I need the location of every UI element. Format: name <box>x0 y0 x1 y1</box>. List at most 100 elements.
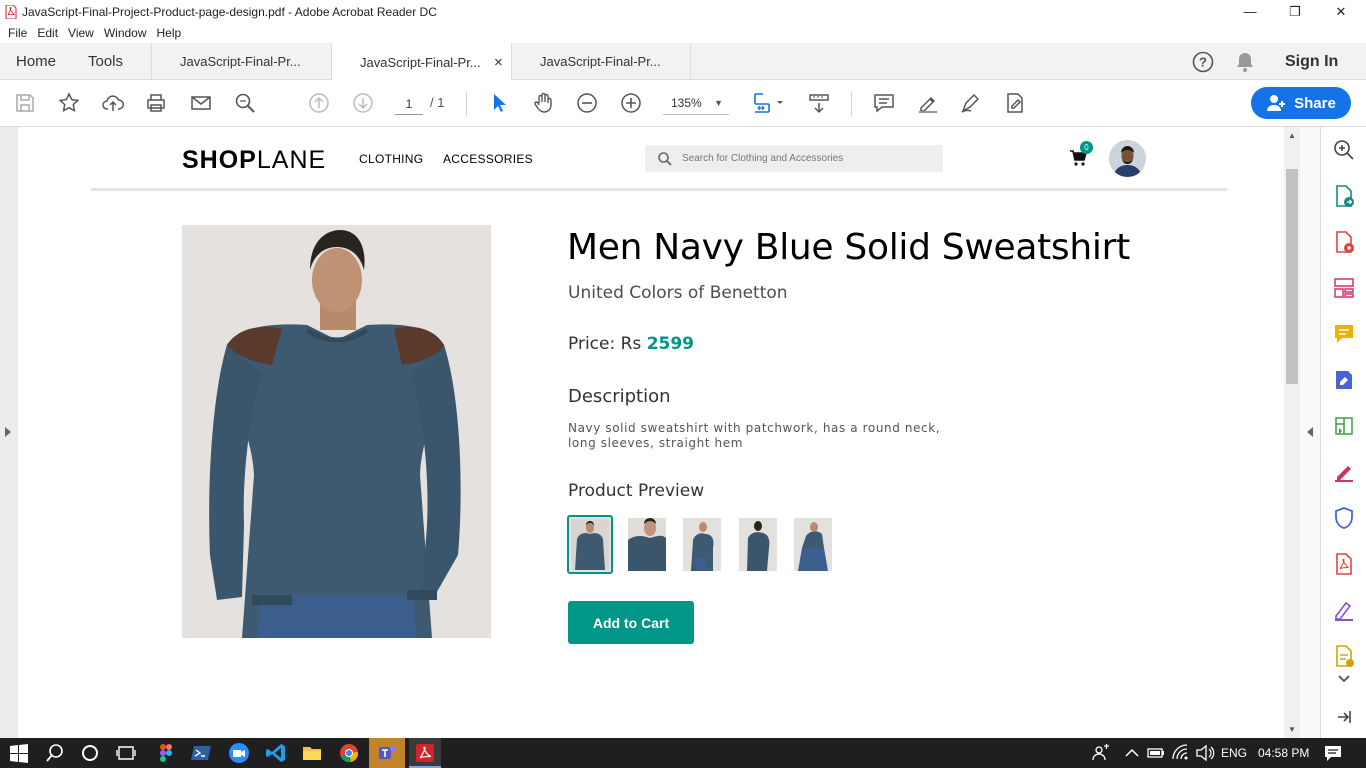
vertical-scrollbar[interactable]: ▲ ▼ <box>1284 127 1300 738</box>
email-icon[interactable] <box>189 91 213 115</box>
fit-page-icon[interactable] <box>752 91 786 115</box>
tab-bar: Home Tools JavaScript-Final-Pr... JavaSc… <box>0 43 1366 81</box>
zoom-search-icon[interactable] <box>1332 138 1356 162</box>
file-explorer-icon[interactable] <box>301 742 323 764</box>
tab-home[interactable]: Home <box>16 43 56 80</box>
chevron-down-icon: ▼ <box>714 98 723 108</box>
zoom-app-icon[interactable] <box>228 742 250 764</box>
highlight-pen-icon[interactable] <box>916 91 940 115</box>
notification-center-icon[interactable] <box>1323 742 1343 764</box>
search-text-icon[interactable] <box>233 91 257 115</box>
tab-document-3[interactable]: JavaScript-Final-Pr... <box>511 43 691 80</box>
fill-and-sign-icon[interactable] <box>1332 460 1356 484</box>
toolbar-divider <box>851 92 852 116</box>
vscode-icon[interactable] <box>265 742 287 764</box>
language-indicator[interactable]: ENG <box>1221 746 1247 760</box>
volume-icon[interactable] <box>1195 742 1215 764</box>
help-icon[interactable]: ? <box>1192 43 1214 80</box>
edit-pdf-icon[interactable] <box>1332 368 1356 392</box>
request-signature-icon[interactable] <box>1332 598 1356 622</box>
menu-window[interactable]: Window <box>104 26 147 40</box>
save-icon[interactable] <box>13 91 37 115</box>
preview-thumbnail-3[interactable] <box>683 518 721 571</box>
menu-view[interactable]: View <box>68 26 94 40</box>
clock[interactable]: 04:58 PM <box>1258 746 1309 760</box>
preview-thumbnail-5[interactable] <box>794 518 832 571</box>
share-button[interactable]: Share <box>1251 87 1351 119</box>
add-user-icon <box>1267 95 1286 111</box>
search-icon <box>658 151 672 166</box>
compress-pdf-icon[interactable] <box>1332 414 1356 438</box>
figma-icon[interactable] <box>155 742 177 764</box>
windows-start-icon[interactable] <box>8 742 30 764</box>
fill-sign-icon[interactable] <box>1003 91 1027 115</box>
comment-tool-icon[interactable] <box>1332 322 1356 346</box>
preview-thumbnail-2[interactable] <box>628 518 666 571</box>
cart-count-badge: 0 <box>1080 141 1093 154</box>
zoom-out-icon[interactable] <box>575 91 599 115</box>
minimize-button[interactable]: — <box>1227 0 1273 23</box>
star-icon[interactable] <box>57 91 81 115</box>
zoom-level-select[interactable]: 135% ▼ <box>663 93 729 115</box>
acrobat-pdf-icon[interactable] <box>1332 552 1356 576</box>
menu-file[interactable]: File <box>8 26 27 40</box>
previous-page-icon[interactable] <box>307 91 331 115</box>
chevron-down-icon[interactable] <box>1336 667 1352 691</box>
avatar[interactable] <box>1109 140 1146 177</box>
create-pdf-icon[interactable] <box>1332 230 1356 254</box>
comment-icon[interactable] <box>872 91 896 115</box>
sign-pen-icon[interactable] <box>959 91 983 115</box>
powershell-icon[interactable] <box>191 742 213 764</box>
upload-icon[interactable] <box>101 91 125 115</box>
select-cursor-icon[interactable] <box>487 91 511 115</box>
product-brand: United Colors of Benetton <box>568 283 788 303</box>
preview-thumbnail-4[interactable] <box>739 518 777 571</box>
scrollbar-thumb[interactable] <box>1286 169 1298 384</box>
right-panel-collapse-strip[interactable] <box>1300 127 1320 738</box>
hand-tool-icon[interactable] <box>531 91 555 115</box>
search-input[interactable]: Search for Clothing and Accessories <box>645 145 943 172</box>
page-number-input[interactable]: 1 <box>395 93 423 115</box>
close-window-button[interactable]: ✕ <box>1318 0 1364 23</box>
collapse-panel-icon[interactable] <box>1335 705 1353 729</box>
sign-in-link[interactable]: Sign In <box>1285 43 1338 80</box>
nav-accessories[interactable]: ACCESSORIES <box>443 152 533 166</box>
print-icon[interactable] <box>144 91 168 115</box>
tab-document-1[interactable]: JavaScript-Final-Pr... <box>151 43 331 80</box>
nav-clothing[interactable]: CLOTHING <box>359 152 423 166</box>
more-tools-icon[interactable] <box>1332 644 1356 668</box>
product-price: Price: Rs 2599 <box>568 334 694 354</box>
preview-thumbnail-1[interactable] <box>567 515 613 574</box>
people-icon[interactable] <box>1092 742 1110 764</box>
tab-tools[interactable]: Tools <box>88 43 123 80</box>
scroll-down-arrow-icon[interactable]: ▼ <box>1288 725 1296 734</box>
tab-document-2[interactable]: JavaScript-Final-Pr... × <box>331 43 511 81</box>
bell-icon[interactable] <box>1235 43 1255 80</box>
zoom-in-icon[interactable] <box>619 91 643 115</box>
next-page-icon[interactable] <box>351 91 375 115</box>
teams-app-active[interactable] <box>369 738 405 768</box>
chrome-icon[interactable] <box>338 742 360 764</box>
teams-icon <box>379 746 396 759</box>
search-icon[interactable] <box>44 742 66 764</box>
cortana-icon[interactable] <box>79 742 101 764</box>
chevron-up-icon[interactable] <box>1124 742 1140 764</box>
windows-taskbar: ENG 04:58 PM <box>0 738 1366 768</box>
protect-shield-icon[interactable] <box>1332 506 1356 530</box>
scroll-up-arrow-icon[interactable]: ▲ <box>1288 131 1296 140</box>
acrobat-icon <box>416 744 434 762</box>
scroll-mode-icon[interactable] <box>807 91 831 115</box>
preview-heading: Product Preview <box>568 481 705 501</box>
maximize-button[interactable]: ❐ <box>1272 0 1318 23</box>
battery-icon[interactable] <box>1147 742 1165 764</box>
add-to-cart-button[interactable]: Add to Cart <box>568 601 694 644</box>
tab-close-button[interactable]: × <box>494 54 503 71</box>
organize-pages-icon[interactable] <box>1332 276 1356 300</box>
menu-help[interactable]: Help <box>157 26 182 40</box>
export-pdf-icon[interactable] <box>1332 184 1356 208</box>
acrobat-app-active[interactable] <box>409 738 441 768</box>
left-panel-toggle[interactable] <box>0 127 18 738</box>
task-view-icon[interactable] <box>115 742 137 764</box>
menu-edit[interactable]: Edit <box>37 26 58 40</box>
wifi-icon[interactable] <box>1171 742 1191 764</box>
